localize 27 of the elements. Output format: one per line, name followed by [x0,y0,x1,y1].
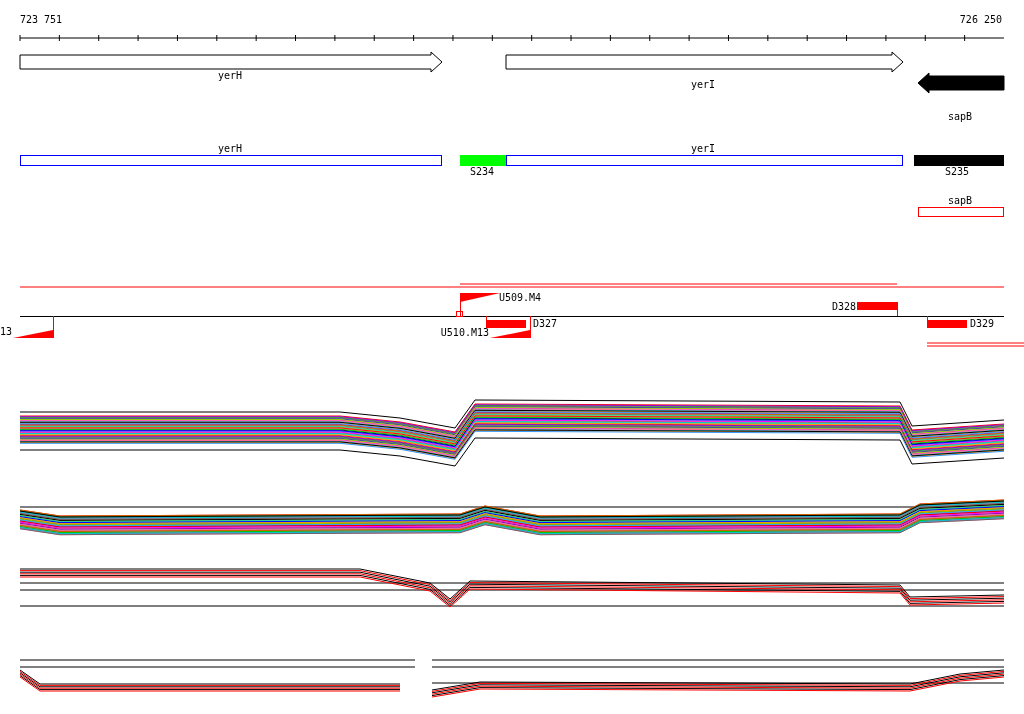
probe-label: D329 [970,318,995,329]
probe-label: D327 [533,318,558,329]
probe-bar[interactable] [927,315,967,329]
probe-label: D328 [831,301,856,312]
segment-label: S235 [944,166,970,177]
gene-label: yerI [690,79,716,90]
probe-label: U509.M4 [499,292,542,303]
transcript-label: sapB [947,195,973,206]
gene-label: yerH [217,70,243,81]
segment-label: S234 [469,166,495,177]
probe-wedge[interactable] [490,315,531,339]
transcript-box[interactable] [918,207,1004,217]
annotation-segment[interactable] [506,155,903,166]
probe-bar[interactable] [486,315,526,329]
ruler-end-label: 726 250 [959,14,1002,25]
segment-label: yerI [690,143,716,154]
probe-label: 13 [0,326,12,337]
segment-label: yerH [217,143,243,154]
ruler-start-label: 723 751 [20,14,63,25]
probe-label: U510.M13 [440,327,489,338]
probe-wedge[interactable] [13,315,54,339]
gene-label: sapB [947,111,973,122]
probe-wedge[interactable] [460,292,500,317]
annotation-segment[interactable] [20,155,442,166]
probe-marker [456,311,463,317]
gene-arrow[interactable] [917,72,1005,94]
probe-bar[interactable] [857,301,898,317]
